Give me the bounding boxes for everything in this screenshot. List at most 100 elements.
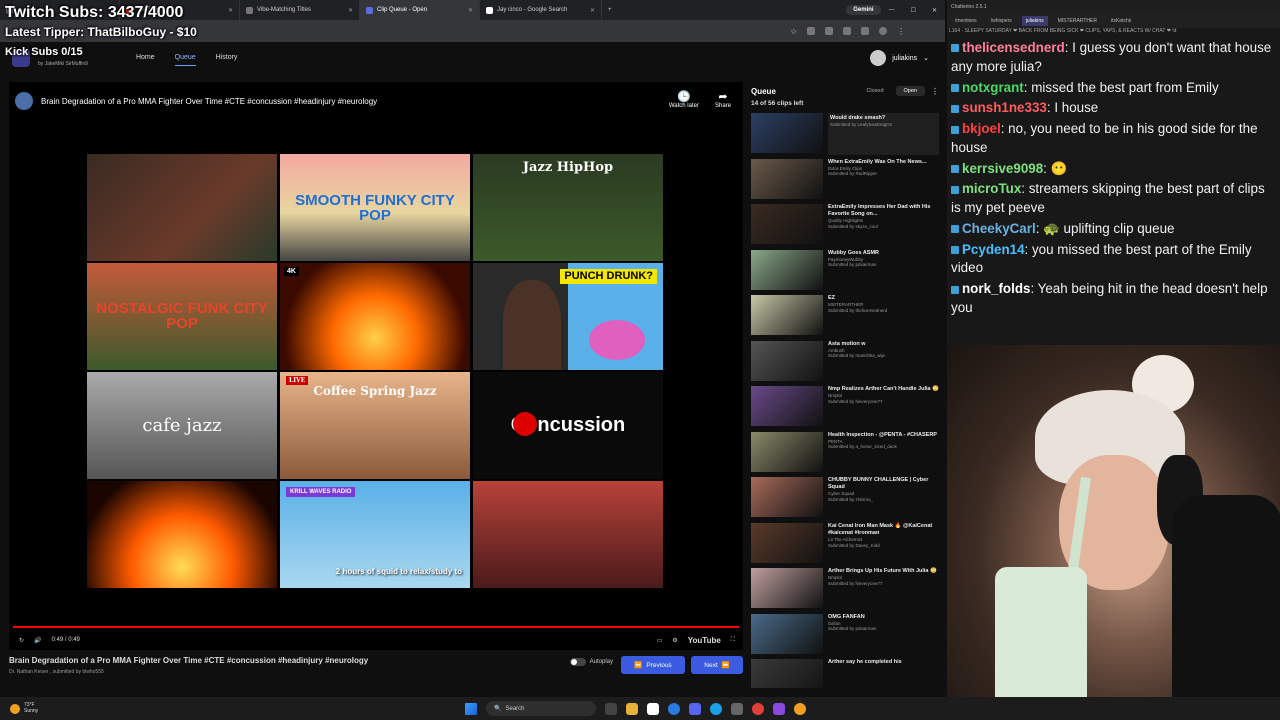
task-view-icon[interactable] — [605, 702, 617, 715]
new-tab-button[interactable]: + — [602, 0, 618, 20]
menu-dots-icon[interactable]: ⋮ — [897, 27, 905, 36]
tab-juliakins[interactable]: juliakins — [1021, 16, 1048, 26]
chat-username[interactable]: kerrsive9098 — [962, 161, 1043, 176]
file-explorer-icon[interactable] — [626, 702, 638, 715]
tab-open[interactable]: Open — [895, 86, 925, 96]
tab-google-search[interactable]: Jay cinco - Google Search ✕ — [480, 0, 602, 20]
close-icon[interactable]: ✕ — [590, 7, 595, 14]
close-icon[interactable]: ✕ — [468, 7, 473, 14]
edge-icon[interactable] — [710, 702, 722, 715]
channel-avatar[interactable] — [15, 92, 33, 110]
clip-title[interactable]: Wubby Goes ASMR — [828, 250, 879, 257]
bookmark-star-icon[interactable]: ☆ — [790, 27, 797, 36]
clip-thumbnail[interactable] — [751, 158, 823, 199]
clip-title[interactable]: Asta motion w — [828, 341, 885, 348]
extension-icon[interactable] — [843, 27, 852, 35]
settings-gear-icon[interactable] — [731, 702, 743, 715]
queue-item[interactable]: ExtraEmily Impresses Her Dad with His Fa… — [745, 202, 945, 248]
clip-title[interactable]: OMG FANFAN — [828, 614, 877, 621]
tab-misterarther[interactable]: MISTERARTHER — [1054, 16, 1101, 26]
queue-item[interactable]: Wubby Goes ASMR PaymoneyWubby Submitted by… — [745, 248, 945, 294]
chrome-icon[interactable] — [752, 702, 764, 715]
volume-icon[interactable]: 🔊 — [34, 637, 41, 644]
clip-thumbnail[interactable] — [751, 522, 823, 563]
clip-thumbnail[interactable] — [751, 613, 823, 654]
chat-username[interactable]: thelicensednerd — [962, 40, 1065, 55]
clip-title[interactable]: Arther say he completed his — [828, 659, 902, 666]
video-title[interactable]: Brain Degradation of a Pro MMA Fighter O… — [41, 97, 377, 106]
extension-icon[interactable] — [861, 27, 870, 35]
windows-start-icon[interactable] — [465, 702, 477, 715]
clip-thumbnail[interactable] — [751, 477, 823, 517]
clip-thumbnail[interactable] — [751, 340, 823, 381]
queue-item[interactable]: CHUBBY BUNNY CHALLENGE | Cyber Squad Cybe… — [745, 475, 945, 521]
toggle-switch[interactable] — [569, 658, 586, 666]
app-icon[interactable] — [668, 702, 680, 715]
chat-username[interactable]: CheekyCarl — [962, 221, 1036, 236]
close-icon[interactable]: ✕ — [228, 7, 233, 14]
clip-thumbnail[interactable] — [751, 295, 823, 335]
tab-mentions[interactable]: /mentions — [951, 16, 981, 26]
queue-item[interactable]: OMG FANFAN fanfan Submitted by pdxairman — [745, 612, 945, 658]
previous-button[interactable]: ⏪ Previous — [621, 656, 685, 674]
maximize-icon[interactable]: ☐ — [903, 7, 924, 14]
extension-icon[interactable] — [807, 27, 816, 35]
more-options-icon[interactable]: ⋮ — [931, 87, 939, 96]
clip-thumbnail[interactable] — [751, 386, 823, 426]
user-menu[interactable]: juliakins ⌄ — [870, 50, 929, 66]
progress-bar[interactable] — [13, 626, 739, 628]
queue-item[interactable]: EZ MISTERARTHER Submitted by thelicensedne… — [745, 293, 945, 339]
autoplay-toggle[interactable]: Autoplay — [569, 658, 613, 666]
queue-item[interactable]: Health Inspection - @PENTA - #CHASERP PEN… — [745, 430, 945, 476]
tab-whispers[interactable]: /whispers — [987, 16, 1016, 26]
close-window-icon[interactable]: ✕ — [924, 7, 945, 14]
gemini-button[interactable]: Gemini — [846, 5, 881, 15]
chat-username[interactable]: nork_folds — [962, 281, 1030, 296]
video-player[interactable]: Brain Degradation of a Pro MMA Fighter O… — [9, 82, 743, 650]
chat-username[interactable]: bkjoel — [962, 121, 1001, 136]
tab-itskatchii[interactable]: itsKatchii — [1107, 16, 1135, 26]
close-icon[interactable]: ✕ — [348, 7, 353, 14]
chat-username[interactable]: Pcyden14 — [962, 242, 1025, 257]
profile-avatar[interactable] — [879, 27, 888, 35]
clip-title[interactable]: EZ — [828, 295, 887, 302]
clip-title[interactable]: Arther Brings Up His Future With Julia 😳 — [828, 568, 937, 575]
next-button[interactable]: Next ⏩ — [691, 656, 743, 674]
clip-title[interactable]: CHUBBY BUNNY CHALLENGE | Cyber Squad — [828, 477, 939, 491]
fullscreen-icon[interactable]: ⛶ — [731, 637, 735, 644]
queue-item[interactable]: Kai Cenat Iron Man Mask 🔥 @KaiCenat #kai… — [745, 521, 945, 567]
captions-icon[interactable]: ▭ — [657, 637, 663, 644]
clip-thumbnail[interactable] — [751, 249, 823, 290]
clip-title[interactable]: Would drake smash? — [830, 115, 937, 122]
queue-item[interactable]: Nmp Realizes Arther Can't Handle Julia 😳… — [745, 384, 945, 430]
chrome-canary-icon[interactable] — [794, 702, 806, 715]
clip-thumbnail[interactable] — [751, 204, 823, 244]
clip-title[interactable]: Kai Cenat Iron Man Mask 🔥 @KaiCenat #kai… — [828, 523, 939, 537]
share-button[interactable]: ➦ Share — [715, 90, 731, 109]
queue-item[interactable]: Would drake smash? Submitted by LeafySeaD… — [745, 111, 945, 157]
chat-username[interactable]: microTux — [962, 181, 1021, 196]
clip-thumbnail[interactable] — [751, 113, 823, 153]
clip-title[interactable]: When ExtraEmily Was On The News... — [828, 159, 927, 166]
tab-closed[interactable]: Closed — [858, 86, 891, 96]
chat-username[interactable]: sunsh1ne333 — [962, 100, 1047, 115]
tab-clip-queue[interactable]: Clip Queue - Open ✕ — [360, 0, 480, 20]
clip-title[interactable]: Health Inspection - @PENTA - #CHASERP — [828, 432, 937, 439]
clip-thumbnail[interactable] — [751, 568, 823, 608]
discord-icon[interactable] — [689, 702, 701, 715]
taskbar-search[interactable]: 🔍 Search — [486, 701, 596, 716]
settings-gear-icon[interactable]: ⚙ — [672, 637, 677, 644]
clip-title[interactable]: ExtraEmily Impresses Her Dad with His Fa… — [828, 204, 939, 218]
youtube-logo[interactable]: YouTube — [688, 636, 721, 645]
nav-history[interactable]: History — [216, 50, 238, 66]
obs-icon[interactable] — [773, 702, 785, 715]
replay-icon[interactable]: ↻ — [19, 637, 24, 644]
minimize-icon[interactable]: — — [881, 7, 903, 13]
clip-thumbnail[interactable] — [751, 431, 823, 472]
queue-item[interactable]: Asta motion w Ambush Submitted by manishka… — [745, 339, 945, 385]
chat-username[interactable]: notxgrant — [962, 80, 1024, 95]
tab-vibe-matching[interactable]: Vibe-Matching Titles ✕ — [240, 0, 360, 20]
queue-item[interactable]: When ExtraEmily Was On The News... Extra … — [745, 157, 945, 203]
queue-item[interactable]: Arther say he completed his — [745, 657, 945, 688]
queue-item[interactable]: Arther Brings Up His Future With Julia 😳… — [745, 566, 945, 612]
